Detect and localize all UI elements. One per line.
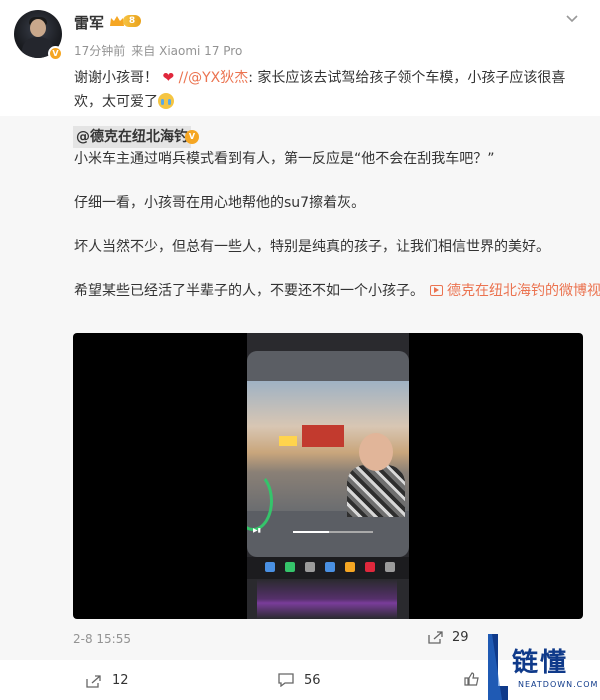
heart-icon: ❤	[162, 70, 175, 86]
car-screen: ▶▮	[247, 351, 409, 557]
repost-paragraph: 小米车主通过哨兵模式看到有人，第一反应是“他不会在刮我车吧？”	[74, 151, 495, 167]
inner-progress-bar	[293, 531, 373, 533]
repost-paragraph: 坏人当然不少，但总有一些人，特别是纯真的孩子，让我们相信世界的美好。	[74, 239, 550, 255]
mention-link[interactable]: @YX狄杰	[188, 70, 248, 86]
watermark-en: NEATDOWN.COM	[518, 680, 599, 689]
car-dock	[247, 557, 409, 579]
verified-badge-icon: V	[48, 46, 63, 61]
video-link[interactable]: 德克在纽北海钓的微博视频	[447, 283, 600, 299]
watermark-l-icon	[488, 634, 508, 700]
like-icon[interactable]	[464, 672, 480, 686]
crying-emoji-icon	[158, 93, 174, 109]
comment-count[interactable]: 56	[304, 673, 321, 688]
inner-player-bar: ▶▮	[253, 527, 403, 539]
post-text: 谢谢小孩哥！ ❤ //@YX狄杰: 家长应该去试驾给孩子领个车模，小孩子应该很喜…	[74, 66, 584, 114]
post-text-before: 谢谢小孩哥！	[74, 70, 158, 86]
inner-play-icon: ▶▮	[253, 527, 261, 534]
forward-icon[interactable]	[86, 674, 102, 688]
video-link-icon	[430, 285, 443, 296]
video-player[interactable]: ▶▮	[73, 333, 583, 619]
chevron-down-icon[interactable]	[566, 14, 578, 24]
post-time-ago: 17分钟前	[74, 44, 126, 58]
repost-author[interactable]: @德克在纽北海钓	[73, 126, 191, 148]
comment-icon[interactable]	[278, 673, 294, 687]
forward-count[interactable]: 12	[112, 673, 129, 688]
level-badge: 8	[123, 15, 141, 27]
repost-paragraph: 希望某些已经活了半辈子的人，不要还不如一个小孩子。 德克在纽北海钓的微博视频	[74, 280, 600, 302]
repost-time[interactable]: 2-8 15:55	[73, 632, 131, 646]
watermark-cn: 链懂	[512, 648, 569, 678]
post-separator: //	[178, 70, 189, 86]
post-source: 来自 Xiaomi 17 Pro	[131, 44, 243, 58]
watermark-logo: 链懂 NEATDOWN.COM	[484, 634, 600, 700]
post-meta: 17分钟前 来自 Xiaomi 17 Pro	[74, 42, 248, 59]
video-frame: ▶▮	[247, 333, 409, 619]
repost-verified-badge-icon: V	[185, 130, 199, 144]
username[interactable]: 雷军	[74, 12, 104, 33]
repost-box[interactable]: @德克在纽北海钓 V 小米车主通过哨兵模式看到有人，第一反应是“他不会在刮我车吧…	[0, 116, 600, 660]
repost-paragraph-text: 希望某些已经活了半辈子的人，不要还不如一个小孩子。	[74, 283, 424, 299]
post-header: V 雷军 8 17分钟前 来自 Xiaomi 17 Pro	[0, 0, 600, 66]
street-scene	[247, 381, 409, 531]
repost-paragraph: 仔细一看，小孩哥在用心地帮他的su7擦着灰。	[74, 195, 366, 211]
repost-icon[interactable]	[428, 630, 444, 644]
repost-count[interactable]: 29	[452, 630, 469, 645]
